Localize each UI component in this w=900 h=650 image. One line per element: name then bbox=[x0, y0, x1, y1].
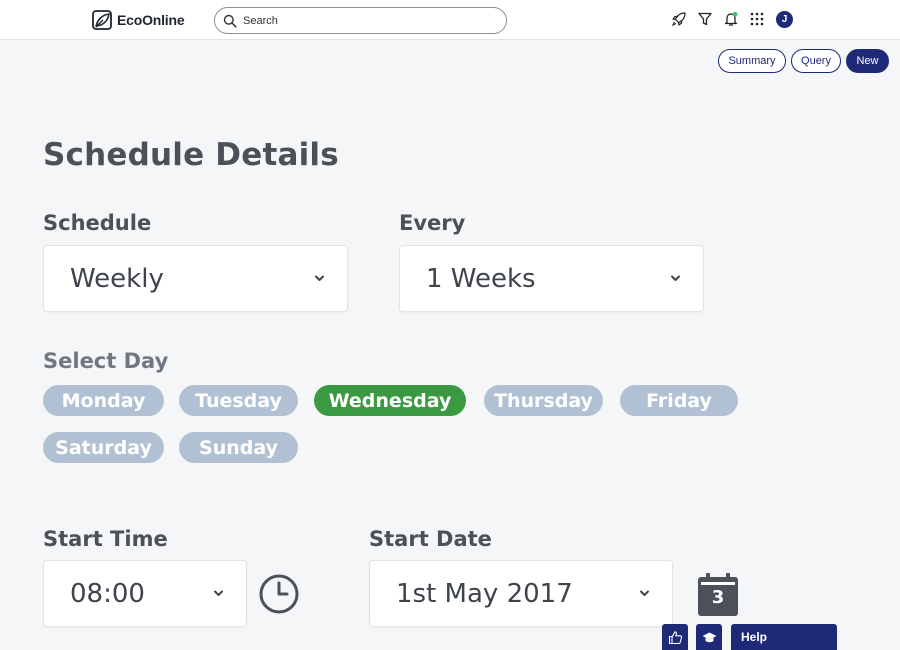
start-time-value: 08:00 bbox=[70, 578, 145, 609]
filter-icon bbox=[698, 12, 712, 26]
day-chip-thursday[interactable]: Thursday bbox=[484, 385, 603, 416]
day-chip-wednesday[interactable]: Wednesday bbox=[314, 385, 466, 416]
ecoonline-logo-icon bbox=[92, 10, 112, 30]
calendar-button[interactable]: 3 bbox=[697, 573, 739, 617]
top-bar: EcoOnline Search J bbox=[0, 0, 900, 40]
search-input[interactable] bbox=[243, 14, 483, 27]
apps-grid-icon bbox=[750, 12, 764, 26]
help-button[interactable]: Help bbox=[731, 624, 837, 650]
new-button[interactable]: New bbox=[846, 49, 889, 73]
top-icons: J bbox=[670, 10, 793, 28]
chevron-down-icon bbox=[640, 590, 649, 596]
select-day-label: Select Day bbox=[43, 349, 169, 373]
rocket-icon bbox=[671, 12, 686, 27]
search-icon bbox=[223, 14, 237, 28]
chevron-down-icon bbox=[671, 275, 680, 281]
schedule-value: Weekly bbox=[70, 263, 164, 294]
filter-button[interactable] bbox=[696, 10, 714, 28]
learning-button[interactable] bbox=[696, 624, 722, 650]
calendar-day-number: 3 bbox=[711, 587, 725, 608]
start-time-label: Start Time bbox=[43, 527, 168, 551]
search-box[interactable] bbox=[214, 7, 507, 34]
day-chip-sunday[interactable]: Sunday bbox=[179, 432, 298, 463]
day-chip-tuesday[interactable]: Tuesday bbox=[179, 385, 298, 416]
day-chip-saturday[interactable]: Saturday bbox=[43, 432, 164, 463]
day-chip-monday[interactable]: Monday bbox=[43, 385, 164, 416]
every-value: 1 Weeks bbox=[426, 263, 536, 294]
logo[interactable]: EcoOnline bbox=[91, 9, 185, 31]
thumbs-up-icon bbox=[668, 630, 682, 644]
clock-icon[interactable] bbox=[258, 573, 300, 615]
chevron-down-icon bbox=[214, 590, 223, 596]
graduation-cap-icon bbox=[702, 632, 716, 642]
user-avatar[interactable]: J bbox=[776, 10, 793, 28]
page-title: Schedule Details bbox=[43, 137, 339, 173]
every-select[interactable]: 1 Weeks bbox=[399, 245, 704, 312]
query-button[interactable]: Query bbox=[791, 49, 841, 73]
day-chip-friday[interactable]: Friday bbox=[620, 385, 738, 416]
schedule-select[interactable]: Weekly bbox=[43, 245, 348, 312]
start-time-select[interactable]: 08:00 bbox=[43, 560, 247, 627]
chevron-down-icon bbox=[315, 275, 324, 281]
start-date-value: 1st May 2017 bbox=[396, 578, 573, 609]
start-date-label: Start Date bbox=[369, 527, 492, 551]
rocket-button[interactable] bbox=[670, 10, 688, 28]
summary-button[interactable]: Summary bbox=[718, 49, 786, 73]
bell-icon bbox=[724, 11, 738, 26]
notifications-button[interactable] bbox=[722, 10, 740, 28]
logo-text: EcoOnline bbox=[117, 12, 185, 28]
schedule-label: Schedule bbox=[43, 211, 152, 235]
feedback-button[interactable] bbox=[662, 624, 688, 650]
apps-button[interactable] bbox=[748, 10, 766, 28]
start-date-select[interactable]: 1st May 2017 bbox=[369, 560, 673, 627]
every-label: Every bbox=[399, 211, 466, 235]
